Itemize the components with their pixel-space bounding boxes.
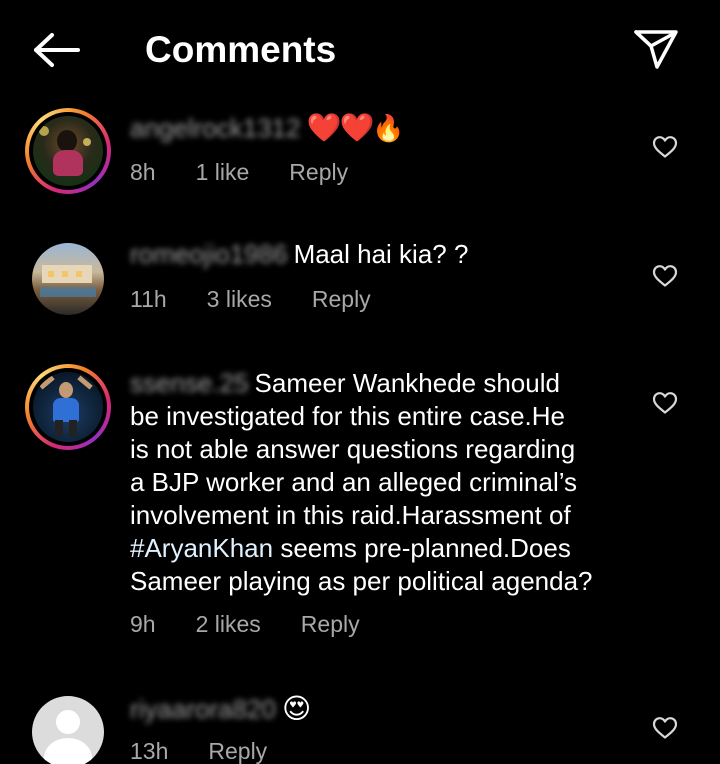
comment-meta: 13h Reply (130, 738, 267, 764)
comment-item: angelrock1312 ❤️❤️🔥 8h 1 like Reply (0, 105, 720, 215)
heart-outline-icon (652, 392, 678, 414)
comment-time: 9h (130, 611, 156, 637)
comment-time: 8h (130, 159, 156, 185)
comment-time: 13h (130, 738, 169, 764)
avatar[interactable] (32, 243, 104, 315)
like-button[interactable] (648, 713, 682, 743)
share-button[interactable] (630, 24, 682, 74)
send-paper-plane-icon (634, 30, 678, 69)
comment-item: romeojio1986 Maal hai kia? ? 11h 3 likes … (0, 236, 720, 336)
comment-meta: 11h 3 likes Reply (130, 286, 371, 313)
comment-username[interactable]: romeojio1986 (130, 239, 288, 269)
reply-button[interactable]: Reply (289, 159, 348, 186)
comment-likes[interactable]: 3 likes (207, 286, 272, 313)
like-button[interactable] (648, 132, 682, 162)
like-button[interactable] (648, 261, 682, 291)
avatar[interactable] (25, 364, 111, 450)
reply-button[interactable]: Reply (312, 286, 371, 313)
reply-button[interactable]: Reply (208, 738, 267, 764)
comment-body: Maal hai kia? ? (293, 239, 469, 269)
comment-item: ssense.25 Sameer Wankhede should be inves… (0, 363, 720, 653)
comment-username[interactable]: angelrock1312 (130, 113, 301, 143)
avatar[interactable] (32, 696, 104, 764)
heart-emoji: ❤️ (339, 112, 374, 143)
comment-time: 11h (130, 286, 167, 312)
comment-body-line: is not able answer questions regarding (130, 434, 576, 464)
comment-body-line: a BJP worker and an alleged criminal’s (130, 467, 578, 497)
comment-username[interactable]: riyaarora820 (130, 694, 276, 724)
header: Comments (0, 0, 720, 100)
back-button[interactable] (30, 28, 82, 72)
heart-emoji: ❤️ (306, 112, 342, 143)
comment-username[interactable]: ssense.25 (130, 368, 249, 398)
heart-outline-icon (652, 136, 678, 158)
comment-body-line: involvement in this raid.Harassment of (130, 500, 571, 530)
comment-text: ssense.25 Sameer Wankhede should be inves… (130, 367, 630, 598)
fire-emoji: 🔥 (372, 113, 405, 143)
heart-outline-icon (652, 265, 678, 287)
comment-text: romeojio1986 Maal hai kia? ? (130, 238, 630, 271)
comment-likes[interactable]: 1 like (196, 159, 250, 186)
heart-outline-icon (652, 717, 678, 739)
comment-text: riyaarora820 😍 (130, 692, 630, 726)
reply-button[interactable]: Reply (301, 611, 360, 638)
avatar[interactable] (25, 108, 111, 194)
comment-meta: 8h 1 like Reply (130, 159, 348, 186)
comment-text: angelrock1312 ❤️❤️🔥 (130, 111, 630, 145)
comment-meta: 9h 2 likes Reply (130, 611, 360, 638)
comment-body-line: Sameer playing as per political agenda? (130, 566, 593, 596)
comment-body-line: be investigated for this entire case.He (130, 401, 566, 431)
page-title: Comments (145, 29, 337, 70)
heart-eyes-emoji: 😍 (281, 693, 312, 724)
like-button[interactable] (648, 388, 682, 418)
back-arrow-icon (34, 33, 80, 67)
comment-body-line: Sameer Wankhede should (254, 368, 560, 398)
hashtag-link[interactable]: #AryanKhan (130, 533, 273, 563)
comment-body-line: seems pre-planned.Does (273, 533, 571, 563)
comment-item: riyaarora820 😍 13h Reply (0, 690, 720, 764)
comment-likes[interactable]: 2 likes (196, 611, 261, 638)
